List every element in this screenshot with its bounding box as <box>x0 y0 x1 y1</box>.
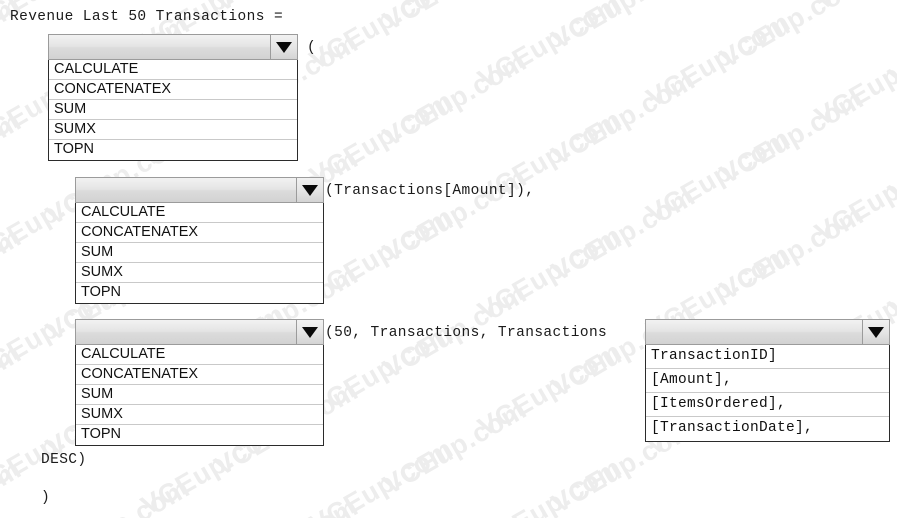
function-dropdown-2-list[interactable]: CALCULATE CONCATENATEX SUM SUMX TOPN <box>75 203 324 304</box>
chevron-down-icon[interactable] <box>270 35 297 59</box>
column-dropdown[interactable]: TransactionID] [Amount], [ItemsOrdered],… <box>645 319 890 442</box>
watermark-text: VCEup.com <box>472 451 627 518</box>
list-item[interactable]: CONCATENATEX <box>76 223 323 243</box>
watermark-text: VCEup.com <box>472 219 627 327</box>
function-dropdown-1-button[interactable] <box>48 34 298 60</box>
watermark-text: VCEup.com <box>809 141 897 248</box>
watermark-text: VCEup.com <box>0 512 122 518</box>
watermark-text: VCEup.com <box>883 218 897 325</box>
watermark-text: VCEup.com <box>546 64 701 171</box>
watermark-text: VCEup.com <box>304 85 459 192</box>
watermark-text: VCEup.com <box>377 393 532 501</box>
list-item[interactable]: SUM <box>76 243 323 263</box>
list-item[interactable]: CONCATENATEX <box>76 365 323 385</box>
list-item[interactable]: TOPN <box>49 140 297 160</box>
chevron-down-glyph <box>302 326 318 338</box>
watermark-text: VCEup.com <box>0 221 27 328</box>
function-dropdown-2[interactable]: CALCULATE CONCATENATEX SUM SUMX TOPN <box>75 177 324 304</box>
list-item[interactable]: SUMX <box>76 263 323 283</box>
watermark-text: VCEup.com <box>377 45 532 153</box>
formula-title: Revenue Last 50 Transactions = <box>10 9 284 25</box>
watermark-text: VCEup.com <box>714 0 869 74</box>
chevron-down-icon[interactable] <box>296 178 323 202</box>
watermark-text: VCEup.com <box>0 453 27 518</box>
watermark-text: VCEup.com <box>304 433 459 518</box>
formula-line1-tail: ( <box>307 40 317 56</box>
list-item[interactable]: CALCULATE <box>49 60 297 80</box>
function-dropdown-3-button[interactable] <box>75 319 324 345</box>
formula-line3-tail: (50, Transactions, Transactions <box>325 325 608 341</box>
watermark-text: VCEup.com <box>714 83 869 190</box>
watermark-text: VCEup.com <box>641 6 796 113</box>
list-item[interactable]: [TransactionDate], <box>646 417 889 441</box>
list-item[interactable]: SUM <box>76 385 323 405</box>
watermark-text: VCEup.com <box>0 105 27 212</box>
formula-line5: ) <box>41 490 51 506</box>
watermark-text: VCEup.com <box>714 199 869 306</box>
list-item[interactable]: CALCULATE <box>76 203 323 223</box>
column-dropdown-list[interactable]: TransactionID] [Amount], [ItemsOrdered],… <box>645 345 890 442</box>
chevron-down-icon[interactable] <box>296 320 323 344</box>
chevron-down-glyph <box>276 41 292 53</box>
watermark-text: VCEup.com <box>304 0 459 76</box>
watermark-text: VCEup.com <box>883 102 897 209</box>
watermark-text: VCEup.com <box>378 0 532 36</box>
watermark-text: VCEup.com <box>883 0 897 93</box>
watermark-text: VCEup.com <box>546 0 701 55</box>
list-item[interactable]: [ItemsOrdered], <box>646 393 889 417</box>
list-item[interactable]: SUM <box>49 100 297 120</box>
list-item[interactable]: CALCULATE <box>76 345 323 365</box>
function-dropdown-1-list[interactable]: CALCULATE CONCATENATEX SUM SUMX TOPN <box>48 60 298 161</box>
watermark-text: VCEup.com <box>472 335 627 443</box>
watermark-text: VCEup.com <box>810 0 897 16</box>
function-dropdown-3-list[interactable]: CALCULATE CONCATENATEX SUM SUMX TOPN <box>75 345 324 446</box>
list-item[interactable]: TransactionID] <box>646 345 889 369</box>
watermark-text: VCEup.com <box>304 201 459 308</box>
watermark-text: VCEup.com <box>377 161 532 269</box>
watermark-text: VCEup.com <box>209 491 363 518</box>
list-item[interactable]: SUMX <box>49 120 297 140</box>
formula-line2-tail: (Transactions[Amount]), <box>325 183 535 199</box>
chevron-down-glyph <box>868 326 884 338</box>
watermark-text: VCEup.com <box>378 510 532 518</box>
list-item[interactable]: TOPN <box>76 425 323 445</box>
watermark-text: VCEup.com <box>0 337 27 444</box>
list-item[interactable]: [Amount], <box>646 369 889 393</box>
formula-line4: DESC) <box>41 452 87 468</box>
watermark-text: VCEup.com <box>546 180 701 287</box>
list-item[interactable]: CONCATENATEX <box>49 80 297 100</box>
column-dropdown-button[interactable] <box>645 319 890 345</box>
function-dropdown-1[interactable]: CALCULATE CONCATENATEX SUM SUMX TOPN <box>48 34 298 161</box>
list-item[interactable]: SUMX <box>76 405 323 425</box>
watermark-text: VCEup.com <box>809 25 897 132</box>
function-dropdown-3[interactable]: CALCULATE CONCATENATEX SUM SUMX TOPN <box>75 319 324 446</box>
watermark-text: VCEup.com <box>641 122 796 229</box>
chevron-down-icon[interactable] <box>862 320 889 344</box>
list-item[interactable]: TOPN <box>76 283 323 303</box>
question-screenshot: VCEup.com VCEup.com VCEup.com VCEup.comVCEu… <box>0 0 897 518</box>
chevron-down-glyph <box>302 184 318 196</box>
function-dropdown-2-button[interactable] <box>75 177 324 203</box>
watermark-text: VCEup.com <box>41 472 195 518</box>
watermark-text: VCEup.com <box>472 0 627 95</box>
